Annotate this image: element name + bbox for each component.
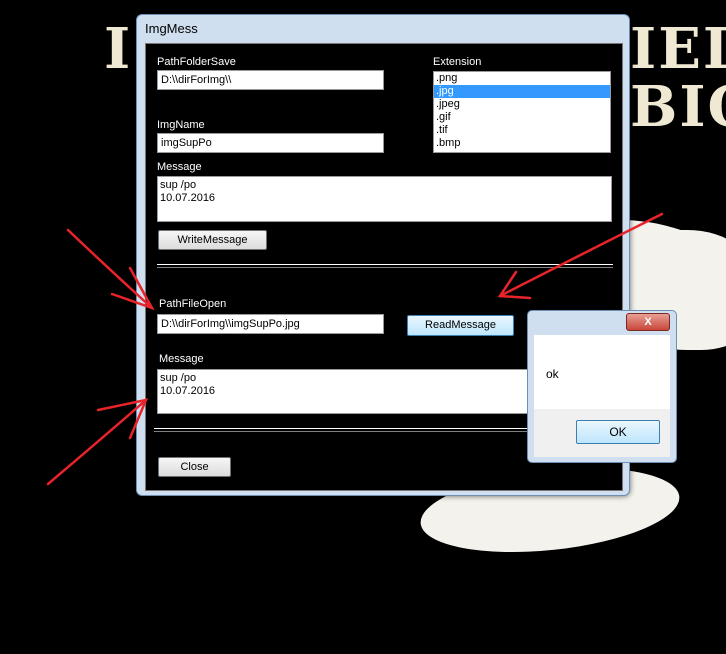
- annotation-arrow: [46, 398, 148, 486]
- annotation-arrow: [66, 228, 154, 310]
- annotation-arrows: [46, 212, 664, 486]
- annotation-arrow: [498, 212, 664, 298]
